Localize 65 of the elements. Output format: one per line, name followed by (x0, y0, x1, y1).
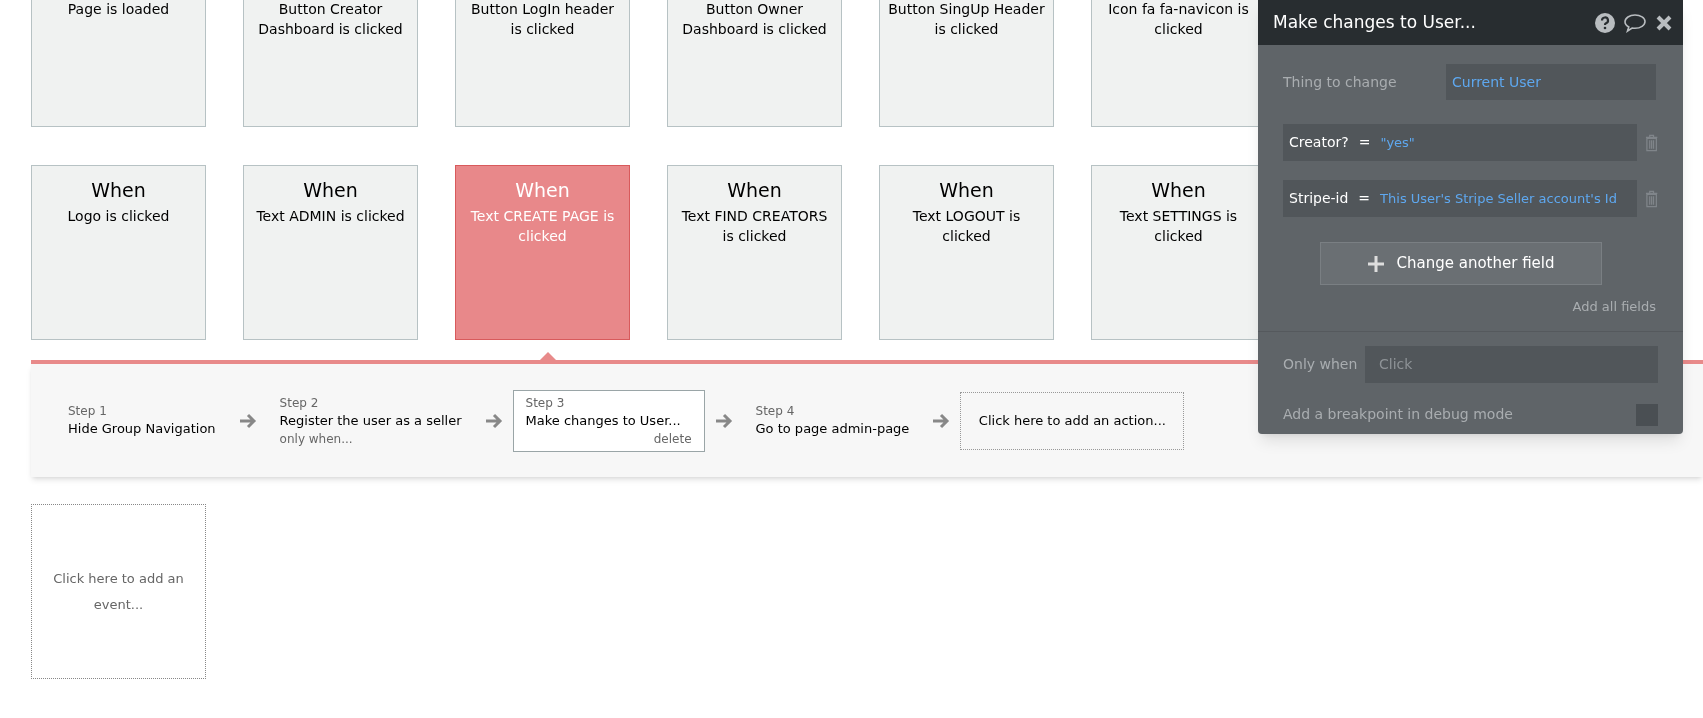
event-card[interactable]: Button Creator Dashboard is clicked (243, 0, 418, 127)
plus-icon (1366, 254, 1385, 273)
change-another-field-button[interactable]: Change another field (1319, 242, 1602, 285)
event-card[interactable]: Button LogIn header is clicked (455, 0, 630, 127)
event-card[interactable]: When Text LOGOUT is clicked (879, 165, 1054, 340)
help-icon[interactable] (1595, 12, 1615, 33)
event-heading: When (1151, 178, 1206, 202)
field-label: Thing to change (1283, 72, 1398, 92)
event-text: Button LogIn header is clicked (469, 0, 616, 39)
step-title: Register the user as a seller (279, 411, 462, 430)
step-title: Hide Group Navigation (68, 419, 216, 438)
event-card[interactable]: Button SingUp Header is clicked (879, 0, 1054, 127)
event-card[interactable]: Page is loaded (31, 0, 206, 127)
step-condition[interactable]: only when... (279, 430, 462, 447)
arrow-icon (932, 412, 951, 429)
workflow-step[interactable]: Step 4 Go to page admin-page (742, 389, 923, 452)
event-card[interactable]: When Logo is clicked (31, 165, 206, 340)
event-text: Page is loaded (66, 0, 171, 19)
field-label: Add a breakpoint in debug mode (1283, 405, 1513, 424)
event-text: Text SETTINGS is clicked (1118, 207, 1239, 246)
field-assignment-row[interactable]: Stripe-id = This User's Stripe Seller account's Id (1283, 180, 1637, 217)
step-title: Go to page admin-page (755, 419, 910, 438)
arrow-icon (238, 412, 257, 429)
delete-link[interactable]: delete (653, 430, 692, 447)
arrow-icon (714, 412, 733, 429)
field-label: Only when (1283, 354, 1359, 374)
arrow-icon (484, 412, 503, 429)
step-label: Step 2 (279, 394, 320, 411)
field-name: Stripe-id (1289, 189, 1349, 208)
event-text: Button SingUp Header is clicked (887, 0, 1046, 39)
field-assignment-row[interactable]: Creator? = "yes" (1283, 124, 1637, 161)
event-text: Button Owner Dashboard is clicked (681, 0, 828, 39)
add-action-button[interactable]: Click here to add an action... (960, 391, 1185, 450)
field-value: This User's Stripe Seller account's Id (1380, 189, 1617, 208)
event-card[interactable]: When Text ADMIN is clicked (243, 165, 418, 340)
event-text: Text LOGOUT is clicked (911, 207, 1022, 246)
workflow-step[interactable]: Step 1 Hide Group Navigation (55, 389, 229, 452)
event-text: Button Creator Dashboard is clicked (257, 0, 404, 39)
step-label: Step 1 (68, 402, 108, 419)
event-card[interactable]: Button Owner Dashboard is clicked (667, 0, 842, 127)
field-name: Creator? (1289, 133, 1349, 152)
event-text: Icon fa fa-navicon is clicked (1107, 0, 1250, 39)
event-heading: When (91, 178, 146, 202)
add-event-card[interactable]: Click here to add an event... (31, 504, 206, 679)
equals-sign: = (1358, 189, 1371, 208)
event-text: Text CREATE PAGE is clicked (469, 207, 616, 246)
event-heading: When (303, 178, 358, 202)
close-icon[interactable] (1655, 13, 1673, 32)
only-when-field[interactable]: Click (1365, 345, 1658, 383)
field-value: "yes" (1380, 133, 1415, 152)
comment-icon[interactable] (1623, 12, 1647, 33)
event-heading: When (727, 178, 782, 202)
workflow-step[interactable]: Step 2 Register the user as a seller only when... (266, 389, 475, 452)
workflow-step[interactable]: Step 3 Make changes to User... delete (512, 389, 705, 452)
event-heading: When (515, 178, 570, 202)
event-text: Logo is clicked (66, 207, 171, 226)
event-text: Text ADMIN is clicked (255, 207, 406, 226)
event-text: Text FIND CREATORS is clicked (680, 207, 829, 246)
event-heading: When (939, 178, 994, 202)
step-label: Step 3 (525, 394, 566, 411)
popup-title: Make changes to User... (1273, 10, 1477, 34)
step-label: Step 4 (755, 402, 796, 419)
event-card[interactable]: When Text FIND CREATORS is clicked (667, 165, 842, 340)
step-title: Make changes to User... (525, 411, 682, 430)
equals-sign: = (1358, 133, 1371, 152)
